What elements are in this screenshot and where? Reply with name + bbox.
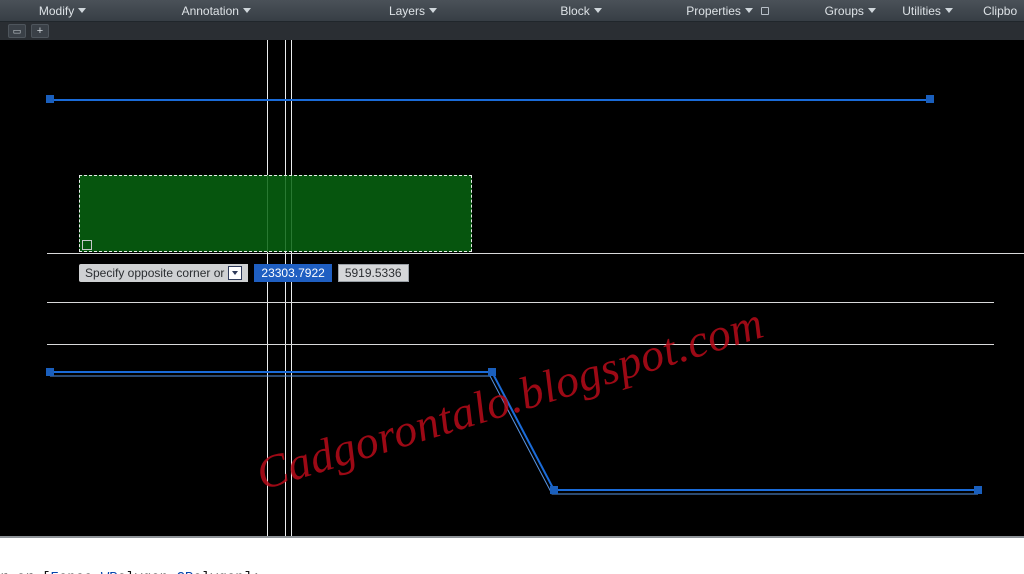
cmd-opt-wpolygon-key[interactable]: WP <box>101 570 118 574</box>
menu-utilities[interactable]: Utilities <box>889 0 966 22</box>
menu-properties[interactable]: Properties <box>644 0 812 22</box>
command-line-text: r or [Fence WPolygon CPolygon]: <box>0 554 261 574</box>
menu-annotation-label: Annotation <box>182 4 239 18</box>
menu-clipboard-label: Clipbo <box>983 4 1017 18</box>
drawing-tab[interactable]: ▭ <box>8 24 26 38</box>
menu-groups-label: Groups <box>825 4 864 18</box>
selected-polyline-bottom[interactable] <box>46 368 978 498</box>
menu-groups[interactable]: Groups <box>812 0 889 22</box>
ribbon-menubar: Modify Annotation Layers Block Propertie… <box>0 0 1024 22</box>
selected-polyline-top[interactable] <box>50 99 930 101</box>
menu-utilities-label: Utilities <box>902 4 941 18</box>
dropdown-icon <box>594 8 602 13</box>
drawing-tab-glyph: ▭ <box>13 26 22 37</box>
dynamic-input-y-value: 5919.5336 <box>345 266 402 280</box>
menu-annotation[interactable]: Annotation <box>125 0 307 22</box>
drawing-line <box>47 253 1024 254</box>
grip-handle[interactable] <box>926 95 934 103</box>
plus-icon: + <box>37 26 43 37</box>
menu-layers[interactable]: Layers <box>307 0 518 22</box>
menu-layers-label: Layers <box>389 4 425 18</box>
dropdown-icon <box>745 8 753 13</box>
drawing-tabstrip: ▭ + <box>0 22 1024 40</box>
options-dropdown-icon[interactable] <box>228 266 242 280</box>
cmd-opt-cpolygon-rest: olygon <box>193 570 243 574</box>
grip-handle[interactable] <box>46 368 54 376</box>
chevron-down-icon <box>232 271 238 275</box>
dynamic-input-x-value: 23303.7922 <box>261 266 324 280</box>
crossing-selection-marquee <box>79 175 472 252</box>
dropdown-icon <box>945 8 953 13</box>
cmd-opt-fence-key[interactable]: F <box>50 570 58 574</box>
drawing-canvas[interactable]: Specify opposite corner or 23303.7922 59… <box>0 40 1024 536</box>
cmd-sep <box>92 570 100 574</box>
dynamic-input-tooltip: Specify opposite corner or 23303.7922 59… <box>79 264 409 282</box>
menu-clipboard[interactable]: Clipbo <box>966 0 1024 22</box>
command-line[interactable]: r or [Fence WPolygon CPolygon]: <box>0 536 1024 574</box>
grip-handle[interactable] <box>46 95 54 103</box>
cmd-opt-wpolygon-rest: olygon <box>118 570 168 574</box>
cmd-prefix: r or [ <box>0 570 50 574</box>
cmd-opt-cpolygon-key[interactable]: CP <box>176 570 193 574</box>
drawing-line <box>47 344 994 345</box>
menu-block-label: Block <box>560 4 589 18</box>
dialog-launcher-icon[interactable] <box>761 7 769 15</box>
dynamic-input-x[interactable]: 23303.7922 <box>254 264 331 282</box>
menu-block[interactable]: Block <box>518 0 643 22</box>
dropdown-icon <box>429 8 437 13</box>
menu-modify-label: Modify <box>39 4 74 18</box>
grip-handle[interactable] <box>550 486 558 494</box>
menu-modify[interactable]: Modify <box>0 0 125 22</box>
dropdown-icon <box>868 8 876 13</box>
dynamic-input-prompt: Specify opposite corner or <box>79 264 248 282</box>
menu-properties-label: Properties <box>686 4 741 18</box>
dynamic-input-y[interactable]: 5919.5336 <box>338 264 409 282</box>
grip-handle[interactable] <box>488 368 496 376</box>
dynamic-input-prompt-text: Specify opposite corner or <box>85 266 224 280</box>
grip-handle[interactable] <box>974 486 982 494</box>
cursor-pickbox-icon <box>82 240 92 250</box>
dropdown-icon <box>78 8 86 13</box>
new-tab-button[interactable]: + <box>31 24 49 38</box>
dropdown-icon <box>243 8 251 13</box>
cmd-suffix: ]: <box>244 570 261 574</box>
drawing-line <box>47 302 994 303</box>
cmd-opt-fence-rest: ence <box>59 570 93 574</box>
